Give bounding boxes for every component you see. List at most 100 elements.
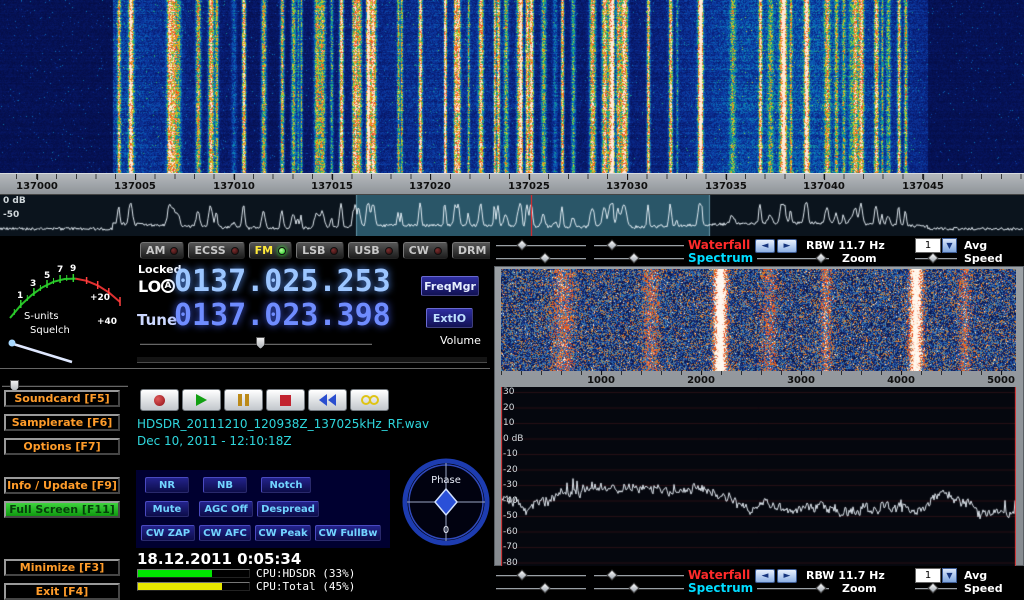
spectrum-slider-2[interactable] (594, 258, 684, 260)
main-waterfall-display[interactable] (0, 0, 1024, 173)
s-units-label: S-units (24, 311, 59, 322)
freq-tick-label: 137015 (311, 181, 353, 192)
spectrum-label[interactable]: Spectrum (688, 251, 753, 265)
speed-slider[interactable] (915, 258, 957, 260)
record-icon (154, 395, 165, 406)
slider-thumb[interactable] (927, 582, 938, 593)
zoom-slider[interactable] (757, 258, 829, 260)
cw-peak-button[interactable]: CW Peak (255, 525, 311, 541)
fullscreen-button[interactable]: Full Screen [F11] (4, 501, 120, 518)
waterfall-label[interactable]: Waterfall (688, 238, 750, 252)
db-scale-label: -60 (503, 527, 518, 537)
zoom-frequency-scale[interactable]: 1000 2000 3000 4000 5000 (495, 371, 1023, 387)
lock-a-badge[interactable]: A (161, 279, 175, 293)
slider-thumb[interactable] (815, 582, 826, 593)
options-button[interactable]: Options [F7] (4, 438, 120, 455)
slider-thumb[interactable] (516, 239, 527, 250)
mode-label: AM (146, 244, 165, 257)
loop-button[interactable] (350, 389, 389, 411)
slider-thumb[interactable] (539, 252, 550, 263)
spectrum-label[interactable]: Spectrum (688, 581, 753, 595)
record-button[interactable] (140, 389, 179, 411)
despread-button[interactable]: Despread (257, 501, 319, 517)
s-meter-face (2, 240, 130, 378)
pause-button[interactable] (224, 389, 263, 411)
avg-label: Avg (964, 569, 987, 582)
slider-thumb[interactable] (815, 252, 826, 263)
tune-frequency-display[interactable]: 0137.023.398 (174, 301, 391, 331)
freq-tick-label: 137030 (606, 181, 648, 192)
waterfall-slider-1[interactable] (496, 245, 586, 247)
scale-tick-label: 2000 (687, 375, 715, 386)
slider-thumb[interactable] (628, 252, 639, 263)
spectrum-slider-1[interactable] (496, 258, 586, 260)
phase-title: Phase (431, 475, 461, 486)
zoom-in-button[interactable]: ► (777, 569, 797, 583)
zoom-out-button[interactable]: ◄ (755, 239, 775, 253)
play-button[interactable] (182, 389, 221, 411)
avg-count-value[interactable]: 1 (915, 568, 941, 583)
clock-display: 18.12.2011 0:05:34 (137, 550, 301, 568)
display-frame: 1000 2000 3000 4000 5000 30 20 10 0 dB -… (494, 266, 1024, 566)
slider-thumb[interactable] (516, 569, 527, 580)
slider-thumb[interactable] (539, 582, 550, 593)
slider-thumb[interactable] (256, 337, 265, 349)
lo-frequency-display[interactable]: 0137.025.253 (174, 267, 391, 297)
minimize-button[interactable]: Minimize [F3] (4, 559, 120, 576)
notch-button[interactable]: Notch (261, 477, 311, 493)
zoom-label: Zoom (842, 252, 877, 265)
soundcard-button[interactable]: Soundcard [F5] (4, 390, 120, 407)
nb-button[interactable]: NB (203, 477, 247, 493)
stop-button[interactable] (266, 389, 305, 411)
zoom-in-button[interactable]: ► (777, 239, 797, 253)
extio-button[interactable]: ExtIO (426, 308, 473, 328)
rewind-button[interactable] (308, 389, 347, 411)
zoom-spectrum-display[interactable] (501, 387, 1016, 566)
slider-thumb[interactable] (927, 252, 938, 263)
slider-thumb[interactable] (628, 582, 639, 593)
cw-afc-button[interactable]: CW AFC (199, 525, 251, 541)
cw-fullbw-button[interactable]: CW FullBw (315, 525, 381, 541)
mute-button[interactable]: Mute (145, 501, 189, 517)
mode-button-cw[interactable]: CW (403, 242, 448, 259)
freq-tick-label: 137040 (803, 181, 845, 192)
nr-button[interactable]: NR (145, 477, 189, 493)
waterfall-slider-1[interactable] (496, 575, 586, 577)
mode-button-fm[interactable]: FM (249, 242, 292, 259)
mode-led-icon (170, 247, 178, 255)
main-spectrum-display[interactable] (0, 195, 1024, 236)
zoom-out-button[interactable]: ◄ (755, 569, 775, 583)
volume-label: Volume (440, 334, 481, 347)
slider-thumb[interactable] (606, 569, 617, 580)
waterfall-slider-2[interactable] (594, 575, 684, 577)
spectrum-slider-2[interactable] (594, 588, 684, 590)
slider-thumb[interactable] (606, 239, 617, 250)
info-update-button[interactable]: Info / Update [F9] (4, 477, 120, 494)
volume-slider[interactable] (140, 337, 372, 350)
exit-button[interactable]: Exit [F4] (4, 583, 120, 600)
mode-led-icon (330, 247, 338, 255)
waterfall-label[interactable]: Waterfall (688, 568, 750, 582)
avg-label: Avg (964, 239, 987, 252)
s-meter: 1 3 5 7 9 +20 +40 S-units Squelch (2, 240, 130, 378)
agc-button[interactable]: AGC Off (199, 501, 253, 517)
mode-led-icon (434, 247, 442, 255)
avg-count-value[interactable]: 1 (915, 238, 941, 253)
avg-dropdown-button[interactable]: ▼ (942, 568, 957, 583)
spectrum-slider-1[interactable] (496, 588, 586, 590)
freqmgr-button[interactable]: FreqMgr (421, 276, 479, 296)
mode-button-usb[interactable]: USB (348, 242, 398, 259)
avg-dropdown-button[interactable]: ▼ (942, 238, 957, 253)
speed-slider[interactable] (915, 588, 957, 590)
mode-button-am[interactable]: AM (140, 242, 184, 259)
tuning-wheel-slider[interactable] (137, 356, 487, 363)
scale-tick-label: 4000 (887, 375, 915, 386)
cw-zap-button[interactable]: CW ZAP (141, 525, 195, 541)
frequency-scale[interactable]: 137000 137005 137010 137015 137020 13702… (0, 173, 1024, 195)
mode-button-ecss[interactable]: ECSS (188, 242, 244, 259)
waterfall-slider-2[interactable] (594, 245, 684, 247)
mode-button-lsb[interactable]: LSB (296, 242, 344, 259)
zoom-slider[interactable] (757, 588, 829, 590)
zoom-waterfall-display[interactable] (501, 269, 1016, 371)
samplerate-button[interactable]: Samplerate [F6] (4, 414, 120, 431)
